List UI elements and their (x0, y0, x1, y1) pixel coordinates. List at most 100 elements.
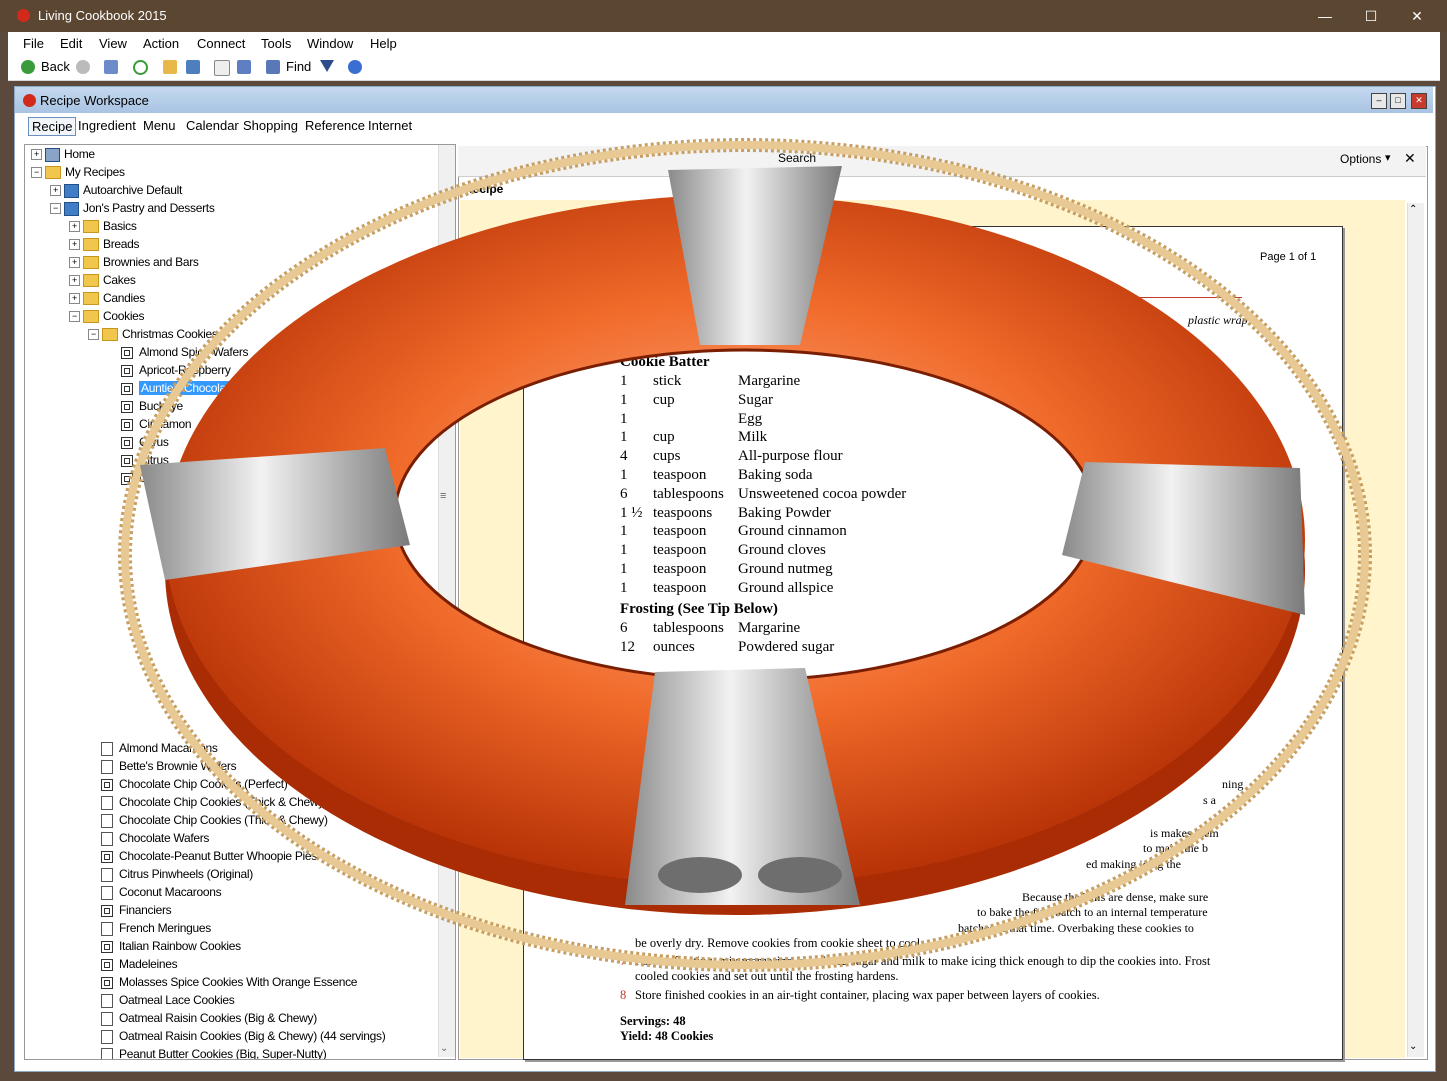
tree-item-recipe[interactable]: Chocolate-Peanut Butter Whoopie Pies (101, 847, 317, 865)
tree-item-recipe[interactable]: Financiers (101, 901, 172, 919)
tree-item-autoarchive[interactable]: + Autoarchive Default (50, 181, 182, 199)
step: 8 Store finished cookies in an air-tight … (620, 988, 1100, 1002)
tree-item-recipe[interactable]: Cinnamon (121, 415, 192, 433)
tab-calendar[interactable]: Calendar (183, 117, 242, 134)
workspace-title: Recipe Workspace (40, 93, 149, 108)
ingredient-quantity: 1 (620, 523, 628, 540)
print-icon[interactable] (214, 60, 230, 76)
tree-item-recipe[interactable]: Peanut Butter Cookies (Big, Super-Nutty) (101, 1045, 327, 1059)
help-icon[interactable] (348, 60, 362, 74)
minimize-button[interactable]: — (1302, 0, 1348, 32)
view-icon[interactable] (186, 60, 200, 74)
tab-reference[interactable]: Reference (302, 117, 368, 134)
tree-item-recipe[interactable]: Oatmeal Raisin Cookies (Big & Chewy) (101, 1009, 317, 1027)
back-button[interactable]: Back (41, 58, 70, 76)
tree-item-recipe[interactable]: Buckeye (121, 397, 183, 415)
forward-icon[interactable] (76, 60, 90, 74)
splitter-handle[interactable]: ≡ (440, 490, 448, 506)
tree-item-recipe[interactable]: Co (121, 469, 154, 487)
tree-item-jons-pastry[interactable]: − Jon's Pastry and Desserts (50, 199, 215, 217)
tab-menu[interactable]: Menu (140, 117, 179, 134)
tree-item-recipe[interactable]: Almond Spice Wafers (121, 343, 249, 361)
menu-edit[interactable]: Edit (60, 36, 82, 51)
tab-internet[interactable]: Internet (365, 117, 415, 134)
scroll-down-icon[interactable]: ⌄ (1409, 1041, 1417, 1052)
workspace-restore-button[interactable]: □ (1390, 93, 1406, 109)
menu-help[interactable]: Help (370, 36, 397, 51)
section-heading: Cookie Batter (620, 354, 710, 370)
scroll-down-icon[interactable]: ⌄ (440, 1043, 448, 1054)
folder-icon[interactable] (163, 60, 177, 74)
tree-item-recipe[interactable]: Oatmeal Raisin Cookies (Big & Chewy) (44… (101, 1027, 386, 1045)
menu-action[interactable]: Action (143, 36, 179, 51)
servings: Servings: 48 (620, 1014, 686, 1028)
tree-item-recipe[interactable]: Apricot-Raspberry (121, 361, 231, 379)
ingredient-name: Ground cloves (738, 542, 826, 559)
text-fragment: to make the b (1143, 841, 1208, 855)
ingredient-unit: teaspoons (653, 504, 713, 521)
filter-icon[interactable] (320, 60, 334, 72)
tree-item-recipe[interactable]: Italian Rainbow Cookies (101, 937, 241, 955)
options-button[interactable]: Options (1340, 152, 1381, 166)
toolbar: Back Find (8, 54, 1440, 81)
tab-shopping[interactable]: Shopping (240, 117, 301, 134)
tree-item-recipe[interactable]: Molasses Spice Cookies With Orange Essen… (101, 973, 357, 991)
tree-item-recipe[interactable]: Citrus (121, 433, 169, 451)
tree-item-recipe[interactable]: Citrus Pinwheels (Original) (101, 865, 253, 883)
ingredient-name: Milk (738, 429, 768, 446)
tree-item-breads[interactable]: + Breads (69, 235, 140, 253)
header-rule (1000, 297, 1242, 298)
tree-item-recipe[interactable]: Madeleines (101, 955, 178, 973)
tree-item-recipe[interactable]: Oatmeal Lace Cookies (101, 991, 235, 1009)
ingredient-quantity: 1 (620, 579, 628, 596)
tree-item-recipe[interactable]: Citrus (121, 451, 169, 469)
menu-view[interactable]: View (99, 36, 127, 51)
tree-item-recipe[interactable]: Chocolate Chip Cookies (Thick & Chewy) (101, 811, 328, 829)
ingredient-name: Unsweetened cocoa powder (738, 485, 907, 502)
tree-item-recipe[interactable]: Almond Macaroons (101, 739, 218, 757)
menu-connect[interactable]: Connect (197, 36, 245, 51)
tree-item-recipe[interactable]: French Meringues (101, 919, 211, 937)
tree-item-cakes[interactable]: + Cakes (69, 271, 136, 289)
tree-item-recipe[interactable]: Chocolate Wafers (101, 829, 209, 847)
tree-item-recipe[interactable]: Chocolate Chip Cookies (Perfect) (101, 775, 288, 793)
add-icon[interactable] (133, 60, 148, 75)
tree-item-recipe[interactable]: Chocolate Chip Cookies (Thick & Chewy) (101, 793, 328, 811)
recipe-tab[interactable]: Recipe (464, 182, 503, 196)
viewer-scrollbar[interactable] (1407, 203, 1424, 1057)
tree-item-brownies[interactable]: + Brownies and Bars (69, 253, 199, 271)
workspace-close-button[interactable]: ✕ (1411, 93, 1427, 109)
workspace-tabs: Recipe Ingredient Menu Calendar Shopping… (15, 113, 1433, 140)
tree-item-recipe[interactable]: Bette's Brownie Wafers (101, 757, 237, 775)
font-icon[interactable] (237, 60, 251, 74)
ingredient-name: Ground allspice (738, 579, 834, 596)
ingredient-quantity: 4 (620, 448, 628, 465)
workspace-minimize-button[interactable]: – (1371, 93, 1387, 109)
tree-scrollbar[interactable] (438, 145, 455, 1057)
tree-item-cookies[interactable]: − Cookies (69, 307, 145, 325)
tree-item-my-recipes[interactable]: − My Recipes (31, 163, 125, 181)
maximize-button[interactable]: ☐ (1348, 0, 1394, 32)
search-label[interactable]: Search (778, 151, 816, 165)
menu-file[interactable]: File (23, 36, 44, 51)
close-button[interactable]: ✕ (1394, 0, 1440, 32)
tree-item-candies[interactable]: + Candies (69, 289, 145, 307)
ingredient-unit: teaspoon (653, 579, 707, 596)
tree-item-christmas-cookies[interactable]: − Christmas Cookies (88, 325, 218, 343)
tree-item-basics[interactable]: + Basics (69, 217, 137, 235)
tab-recipe[interactable]: Recipe (28, 117, 77, 136)
tree-item-recipe-selected[interactable]: Auntie's Chocolate (121, 379, 238, 397)
menu-tools[interactable]: Tools (261, 36, 291, 51)
tab-ingredient[interactable]: Ingredient (75, 117, 139, 134)
back-icon (21, 60, 35, 74)
tree-item-home[interactable]: + Home (31, 145, 95, 163)
menu-window[interactable]: Window (307, 36, 353, 51)
close-icon[interactable]: ✕ (1404, 150, 1416, 167)
scroll-up-icon[interactable]: ⌃ (1409, 204, 1417, 215)
tree-item-recipe[interactable]: Coconut Macaroons (101, 883, 222, 901)
find-button[interactable]: Find (286, 58, 311, 76)
text-fragment: batches to that time. Overbaking these c… (958, 921, 1194, 935)
home-icon[interactable] (104, 60, 118, 74)
ingredient-unit: cup (653, 429, 675, 446)
options-dropdown-icon[interactable]: ▾ (1385, 151, 1391, 164)
